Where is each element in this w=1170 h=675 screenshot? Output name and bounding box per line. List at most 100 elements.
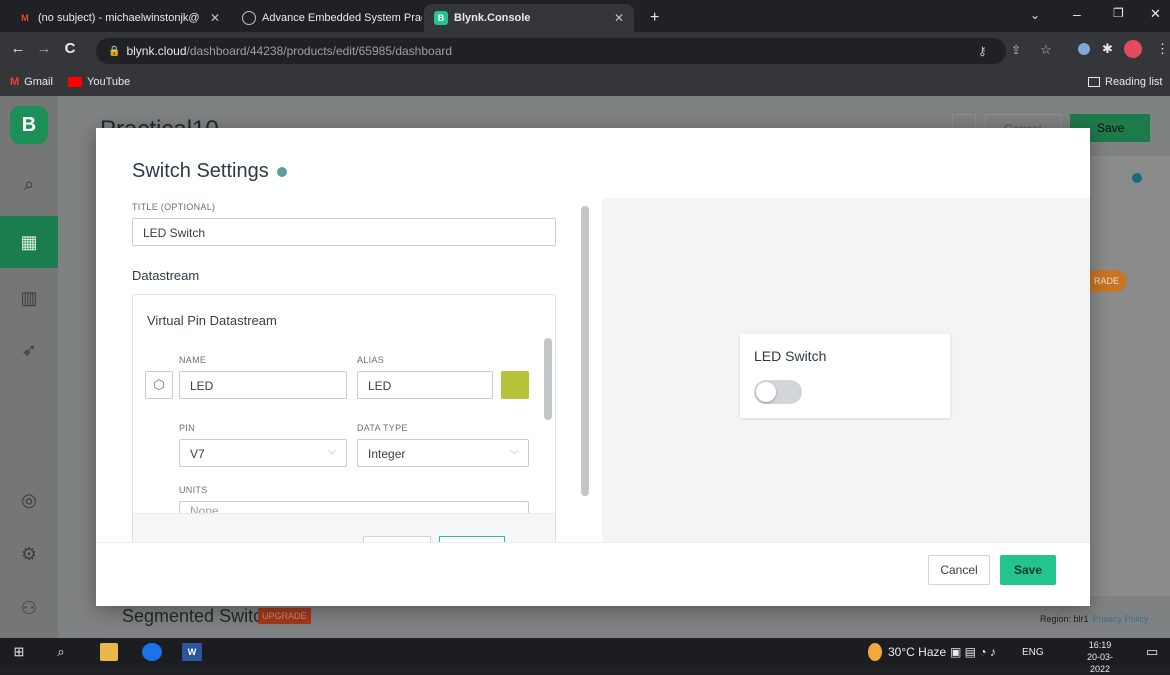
bookmark-label: YouTube	[87, 76, 131, 88]
user-icon[interactable]: ⚇	[0, 582, 58, 634]
form-scrollbar[interactable]	[581, 206, 589, 496]
bookmark-gmail[interactable]: M Gmail	[10, 76, 53, 88]
menu-icon[interactable]: ⋮	[1156, 41, 1169, 57]
pin-value: V7	[190, 447, 205, 461]
tab-title: (no subject) - michaelwinstonjk@	[38, 12, 200, 24]
restore-icon[interactable]: ❐	[1113, 6, 1124, 20]
info-icon[interactable]	[276, 166, 287, 177]
switch-knob	[756, 382, 776, 402]
left-navigation: B ⌕ ▦ ▥ ➶ ◎ ⚙ ⚇	[0, 96, 58, 638]
tab-advance-embedded[interactable]: Advance Embedded System Prac ✕	[232, 4, 422, 32]
tab-title: Blynk.Console	[454, 12, 531, 24]
avatar[interactable]	[1124, 40, 1142, 58]
clock-date: 20-03-2022	[1086, 652, 1113, 674]
lock-icon: 🔒	[108, 45, 121, 57]
language-indicator[interactable]: ENG	[1022, 643, 1044, 661]
send-icon[interactable]: ➶	[0, 324, 58, 376]
cube-icon[interactable]: ⬡	[145, 371, 173, 399]
reload-icon[interactable]: C	[60, 40, 80, 57]
alias-label: ALIAS	[357, 355, 385, 365]
switch-toggle[interactable]	[754, 380, 802, 404]
search-icon[interactable]: ⌕	[0, 158, 58, 210]
privacy-policy-link[interactable]: Privacy Policy	[1093, 614, 1149, 624]
back-icon[interactable]: ←	[8, 40, 28, 57]
gmail-icon: M	[10, 76, 20, 88]
units-label: UNITS	[179, 485, 208, 495]
tab-title: Advance Embedded System Prac	[262, 12, 422, 24]
reading-list-label: Reading list	[1105, 76, 1163, 88]
info-icon[interactable]	[1132, 173, 1142, 183]
region-label: Region: blr1	[1040, 614, 1089, 624]
word-icon[interactable]: W	[182, 643, 202, 661]
datastream-card-title: Virtual Pin Datastream	[147, 313, 277, 328]
url-host: blynk.cloud	[126, 44, 187, 58]
new-tab-button[interactable]: +	[640, 4, 670, 32]
url-path: /dashboard/44238/products/edit/65985/das…	[186, 44, 453, 58]
region-info: Region: blr1 Privacy Policy	[1040, 614, 1149, 624]
tab-gmail[interactable]: M (no subject) - michaelwinstonjk@ ✕	[8, 4, 230, 32]
windows-taskbar: ⊞ ⌕ W 30°C Haze ▣ ▤ ◔ ♪ ENG 16:19 20-03-…	[0, 638, 1170, 674]
notification-icon[interactable]: ▭	[1146, 643, 1158, 661]
bookmarks-bar: M Gmail YouTube Reading list	[0, 70, 1170, 96]
card-scrollbar-thumb[interactable]	[544, 338, 552, 420]
bookmark-label: Gmail	[24, 76, 53, 88]
minimize-icon[interactable]: –	[1073, 6, 1081, 22]
segmented-switch-label: Segmented Switch	[122, 606, 273, 626]
file-explorer-icon[interactable]	[100, 643, 118, 661]
gmail-icon: M	[21, 13, 29, 23]
share-icon[interactable]: ⇪	[1011, 43, 1021, 57]
modal-footer: Cancel Save	[96, 542, 1090, 606]
upgrade-tag: UPGRADE	[258, 608, 311, 624]
modal-title: Switch Settings	[132, 160, 269, 182]
alias-input[interactable]: LED	[357, 371, 493, 399]
building-icon[interactable]: ▥	[0, 272, 58, 324]
save-button[interactable]: Save	[1000, 555, 1056, 585]
switch-settings-modal: Switch Settings TITLE (OPTIONAL) LED Swi…	[96, 128, 1090, 606]
puzzle-icon[interactable]: ✱	[1102, 41, 1113, 57]
close-tab-icon[interactable]: ✕	[614, 11, 624, 25]
search-icon[interactable]: ⌕	[54, 643, 68, 661]
dashboard-icon[interactable]: ▦	[0, 216, 58, 268]
tab-blynk-console[interactable]: B Blynk.Console ✕	[424, 4, 634, 32]
datastream-card: Virtual Pin Datastream NAME ALIAS ⬡ LED …	[132, 294, 556, 542]
title-input[interactable]: LED Switch	[132, 218, 556, 246]
form-scrollbar-thumb[interactable]	[581, 206, 589, 496]
browser-tab-bar: M (no subject) - michaelwinstonjk@ ✕ Adv…	[0, 0, 1170, 32]
bookmark-star-icon[interactable]: ☆	[1040, 42, 1052, 58]
settings-icon[interactable]: ⚙	[0, 528, 58, 580]
pin-select[interactable]: V7 ⌵	[179, 439, 347, 467]
clock-time: 16:19	[1088, 640, 1112, 650]
close-window-icon[interactable]: ✕	[1150, 6, 1161, 22]
widget-preview: LED Switch	[602, 198, 1090, 542]
name-input[interactable]: LED	[179, 371, 347, 399]
data-type-value: Integer	[368, 447, 406, 461]
browser-toolbar: ← → C 🔒 blynk.cloud/dashboard/44238/prod…	[0, 32, 1170, 70]
globe-icon	[242, 11, 256, 25]
tab-search-icon[interactable]: ⌄	[1030, 8, 1040, 22]
blynk-logo[interactable]: B	[10, 106, 48, 144]
extension-icon[interactable]	[1078, 43, 1090, 55]
address-bar[interactable]: 🔒 blynk.cloud/dashboard/44238/products/e…	[96, 38, 1006, 64]
name-label: NAME	[179, 355, 207, 365]
key-icon[interactable]: ⚷	[978, 44, 987, 58]
windows-start-icon[interactable]: ⊞	[12, 643, 26, 661]
data-type-label: DATA TYPE	[357, 423, 408, 433]
color-swatch[interactable]	[501, 371, 529, 399]
support-icon[interactable]: ◎	[0, 474, 58, 526]
led-switch-widget: LED Switch	[740, 334, 950, 418]
forward-icon[interactable]: →	[34, 40, 54, 57]
settings-form: TITLE (OPTIONAL) LED Switch Datastream V…	[96, 198, 596, 542]
cancel-button[interactable]: Cancel	[928, 555, 990, 585]
data-type-select[interactable]: Integer ⌵	[357, 439, 529, 467]
reading-list[interactable]: Reading list	[1088, 76, 1162, 88]
close-tab-icon[interactable]: ✕	[210, 11, 220, 25]
weather-icon	[868, 643, 882, 661]
system-tray-icons[interactable]: ▣ ▤ ◔ ♪	[950, 643, 996, 661]
bookmark-youtube[interactable]: YouTube	[68, 76, 130, 88]
weather-text[interactable]: 30°C Haze	[888, 643, 946, 661]
blynk-app: B ⌕ ▦ ▥ ➶ ◎ ⚙ ⚇ Practical10 Cancel Save …	[0, 96, 1170, 638]
chrome-icon[interactable]	[142, 643, 162, 661]
blynk-icon: B	[434, 11, 448, 25]
clock[interactable]: 16:19 20-03-2022	[1080, 639, 1120, 675]
pin-label: PIN	[179, 423, 195, 433]
